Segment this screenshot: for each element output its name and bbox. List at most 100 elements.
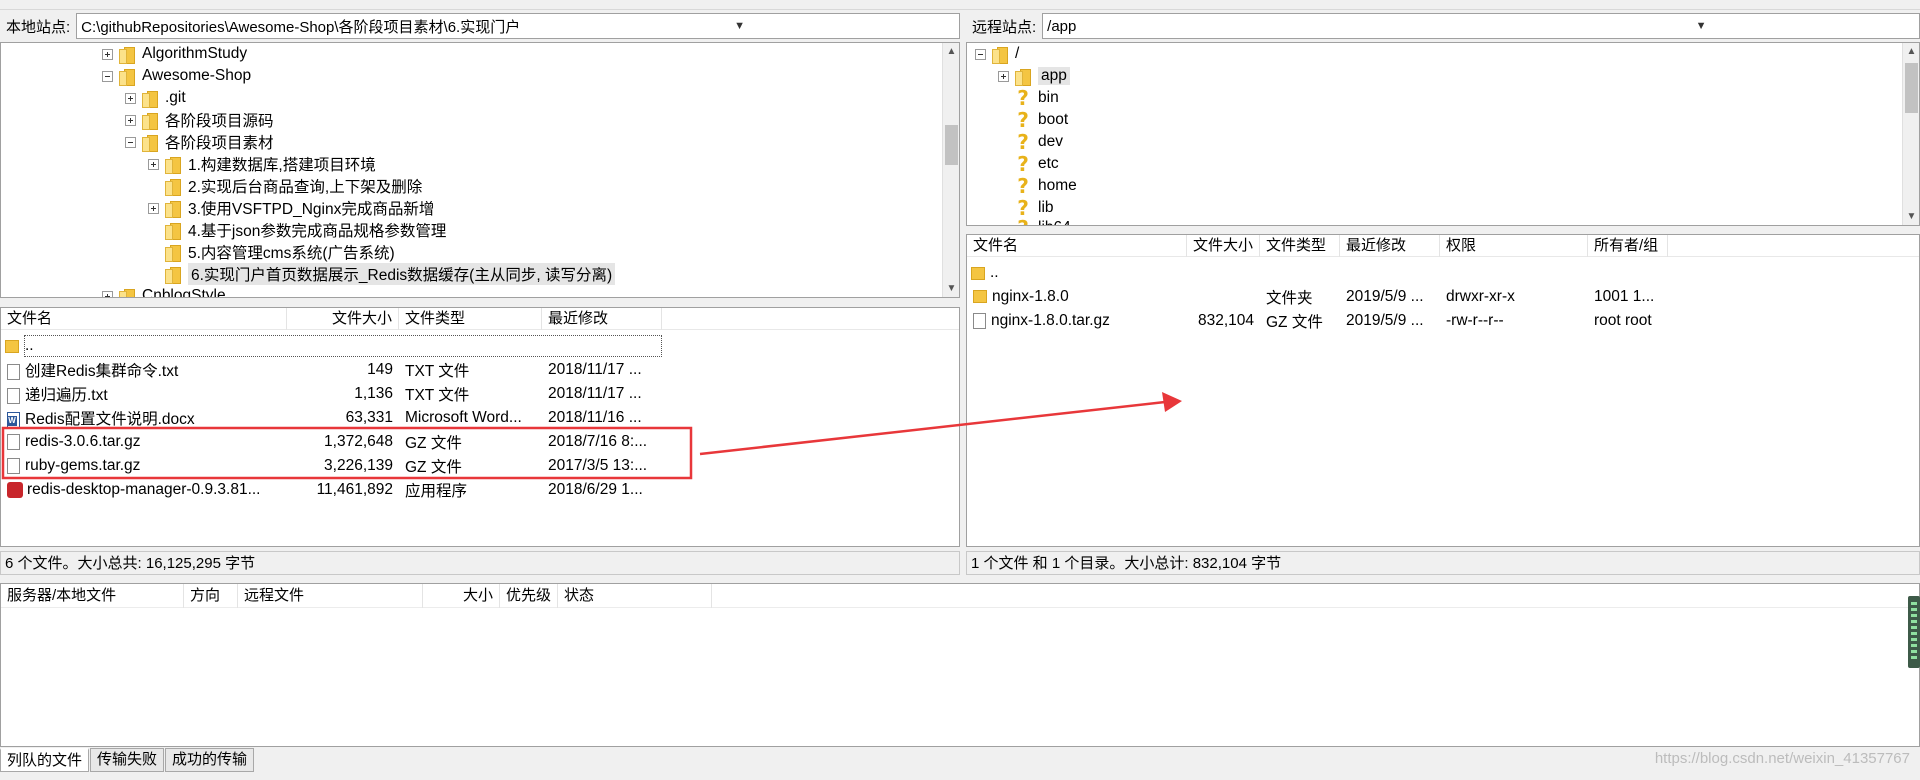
question-mark-icon: ? bbox=[1017, 196, 1029, 220]
column-priority[interactable]: 优先级 bbox=[500, 584, 558, 608]
table-row[interactable]: 递归遍历.txt 1,136 TXT 文件 2018/11/17 ... bbox=[1, 382, 662, 406]
collapse-icon[interactable] bbox=[125, 136, 136, 148]
remote-tree-pane[interactable]: / app ?bin ?boot ?dev ?etc ?home ?lib ?l… bbox=[966, 42, 1920, 226]
tree-item[interactable]: ?lib64 bbox=[998, 217, 1071, 225]
column-size[interactable]: 文件大小 bbox=[1187, 235, 1260, 257]
folder-icon bbox=[165, 222, 181, 240]
expand-icon[interactable] bbox=[998, 70, 1009, 82]
scroll-up-icon[interactable]: ▲ bbox=[1903, 43, 1919, 60]
archive-file-icon bbox=[7, 433, 20, 450]
scroll-down-icon[interactable]: ▼ bbox=[1903, 208, 1919, 225]
expand-icon[interactable] bbox=[125, 92, 136, 104]
local-site-label: 本地站点: bbox=[6, 18, 71, 36]
column-server[interactable]: 服务器/本地文件 bbox=[1, 584, 184, 608]
column-size[interactable]: 文件大小 bbox=[287, 308, 399, 330]
table-row[interactable]: nginx-1.8.0.tar.gz 832,104 GZ 文件 2019/5/… bbox=[967, 309, 1688, 333]
tree-item[interactable]: ? bin bbox=[998, 87, 1059, 109]
tree-item[interactable]: Awesome-Shop bbox=[102, 65, 251, 87]
local-site-input[interactable]: C:\githubRepositories\Awesome-Shop\各阶段项目… bbox=[76, 13, 960, 39]
column-remote[interactable]: 远程文件 bbox=[238, 584, 423, 608]
folder-icon bbox=[5, 339, 19, 353]
scroll-down-icon[interactable]: ▼ bbox=[943, 280, 959, 297]
column-size[interactable]: 大小 bbox=[423, 584, 500, 608]
collapse-icon[interactable] bbox=[975, 48, 986, 60]
folder-icon bbox=[971, 266, 985, 280]
table-row[interactable]: redis-3.0.6.tar.gz 1,372,648 GZ 文件 2018/… bbox=[1, 430, 662, 454]
folder-icon bbox=[142, 90, 158, 108]
column-permissions[interactable]: 权限 bbox=[1440, 235, 1588, 257]
column-modified[interactable]: 最近修改 bbox=[1340, 235, 1440, 257]
list-item-parent[interactable]: .. bbox=[5, 334, 662, 358]
expand-icon[interactable] bbox=[148, 158, 159, 170]
local-file-list[interactable]: 文件名 文件大小 文件类型 最近修改 .. 创建Redis集群命令.txt 14… bbox=[0, 307, 960, 547]
tree-item-selected[interactable]: 6.实现门户首页数据展示_Redis数据缓存(主从同步, 读写分离) bbox=[148, 263, 616, 285]
tree-item[interactable]: 1.构建数据库,搭建项目环境 bbox=[148, 153, 376, 175]
expand-icon[interactable] bbox=[102, 48, 113, 60]
expand-icon[interactable] bbox=[102, 290, 113, 297]
remote-status-bar: 1 个文件 和 1 个目录。大小总计: 832,104 字节 bbox=[966, 551, 1920, 575]
column-type[interactable]: 文件类型 bbox=[399, 308, 542, 330]
word-doc-icon bbox=[7, 411, 20, 428]
expand-icon[interactable] bbox=[125, 114, 136, 126]
question-mark-icon: ? bbox=[1015, 218, 1031, 225]
queue-tabs: 列队的文件 传输失败 成功的传输 bbox=[0, 748, 255, 774]
question-mark-icon: ? bbox=[1017, 174, 1029, 198]
remote-file-list[interactable]: 文件名 文件大小 文件类型 最近修改 权限 所有者/组 .. nginx-1.8… bbox=[966, 234, 1920, 547]
scroll-up-icon[interactable]: ▲ bbox=[943, 43, 959, 60]
table-row[interactable]: ruby-gems.tar.gz 3,226,139 GZ 文件 2017/3/… bbox=[1, 454, 662, 478]
watermark: https://blog.csdn.net/weixin_41357767 bbox=[1654, 750, 1910, 767]
remote-site-input[interactable]: /app ▼ bbox=[1042, 13, 1920, 39]
tree-item[interactable]: ? boot bbox=[998, 109, 1068, 131]
tree-item[interactable]: ? etc bbox=[998, 153, 1059, 175]
column-name[interactable]: 文件名 bbox=[967, 235, 1187, 257]
remote-tree-scrollbar[interactable]: ▲ ▼ bbox=[1902, 43, 1919, 225]
tree-item[interactable]: CnblogStyle bbox=[102, 285, 226, 297]
column-modified[interactable]: 最近修改 bbox=[542, 308, 662, 330]
folder-icon bbox=[142, 112, 158, 130]
local-tree-scrollbar[interactable]: ▲ ▼ bbox=[942, 43, 959, 297]
tab-queued-files[interactable]: 列队的文件 bbox=[0, 748, 90, 772]
tree-item[interactable]: 3.使用VSFTPD_Nginx完成商品新增 bbox=[148, 197, 434, 219]
table-row[interactable]: 创建Redis集群命令.txt 149 TXT 文件 2018/11/17 ..… bbox=[1, 358, 662, 382]
folder-icon bbox=[165, 178, 181, 196]
text-file-icon bbox=[7, 363, 20, 380]
tree-item[interactable]: 2.实现后台商品查询,上下架及删除 bbox=[148, 175, 422, 197]
text-file-icon bbox=[7, 387, 20, 404]
scroll-thumb[interactable] bbox=[1905, 63, 1918, 113]
tab-successful-transfers[interactable]: 成功的传输 bbox=[165, 748, 255, 772]
tree-item-selected[interactable]: app bbox=[998, 65, 1070, 87]
chevron-down-icon[interactable]: ▼ bbox=[1483, 20, 1919, 32]
local-tree-pane[interactable]: AlgorithmStudy Awesome-Shop .git 各阶段项目源码… bbox=[0, 42, 960, 298]
expand-icon[interactable] bbox=[148, 202, 159, 214]
tree-item[interactable]: 各阶段项目素材 bbox=[125, 131, 274, 153]
tree-item[interactable]: 各阶段项目源码 bbox=[125, 109, 274, 131]
scroll-thumb[interactable] bbox=[945, 125, 958, 165]
folder-icon bbox=[973, 290, 987, 304]
chevron-down-icon[interactable]: ▼ bbox=[520, 20, 959, 32]
column-type[interactable]: 文件类型 bbox=[1260, 235, 1340, 257]
transfer-queue[interactable]: 服务器/本地文件 方向 远程文件 大小 优先级 状态 bbox=[0, 583, 1920, 747]
column-name[interactable]: 文件名 bbox=[1, 308, 287, 330]
column-direction[interactable]: 方向 bbox=[184, 584, 238, 608]
folder-icon bbox=[165, 156, 181, 174]
tree-item[interactable]: 4.基于json参数完成商品规格参数管理 bbox=[148, 219, 446, 241]
folder-icon bbox=[119, 288, 135, 297]
tree-item[interactable]: AlgorithmStudy bbox=[102, 43, 247, 65]
folder-icon bbox=[119, 68, 135, 86]
collapse-icon[interactable] bbox=[102, 70, 113, 82]
table-row[interactable]: nginx-1.8.0 文件夹 2019/5/9 ... drwxr-xr-x … bbox=[967, 285, 1688, 309]
tree-item[interactable]: 5.内容管理cms系统(广告系统) bbox=[148, 241, 395, 263]
table-row[interactable]: redis-desktop-manager-0.9.3.81... 11,461… bbox=[1, 478, 662, 502]
tab-failed-transfers[interactable]: 传输失败 bbox=[90, 748, 165, 772]
column-owner[interactable]: 所有者/组 bbox=[1588, 235, 1668, 257]
tree-item[interactable]: .git bbox=[125, 87, 186, 109]
list-item-parent[interactable]: .. bbox=[971, 261, 999, 285]
tree-item[interactable]: / bbox=[975, 43, 1019, 65]
column-status[interactable]: 状态 bbox=[558, 584, 712, 608]
local-site-bar: 本地站点: C:\githubRepositories\Awesome-Shop… bbox=[0, 12, 960, 40]
tree-item[interactable]: ? dev bbox=[998, 131, 1063, 153]
app-icon bbox=[7, 481, 23, 498]
folder-icon bbox=[165, 200, 181, 218]
table-row[interactable]: Redis配置文件说明.docx 63,331 Microsoft Word..… bbox=[1, 406, 662, 430]
tree-item[interactable]: ? home bbox=[998, 175, 1077, 197]
